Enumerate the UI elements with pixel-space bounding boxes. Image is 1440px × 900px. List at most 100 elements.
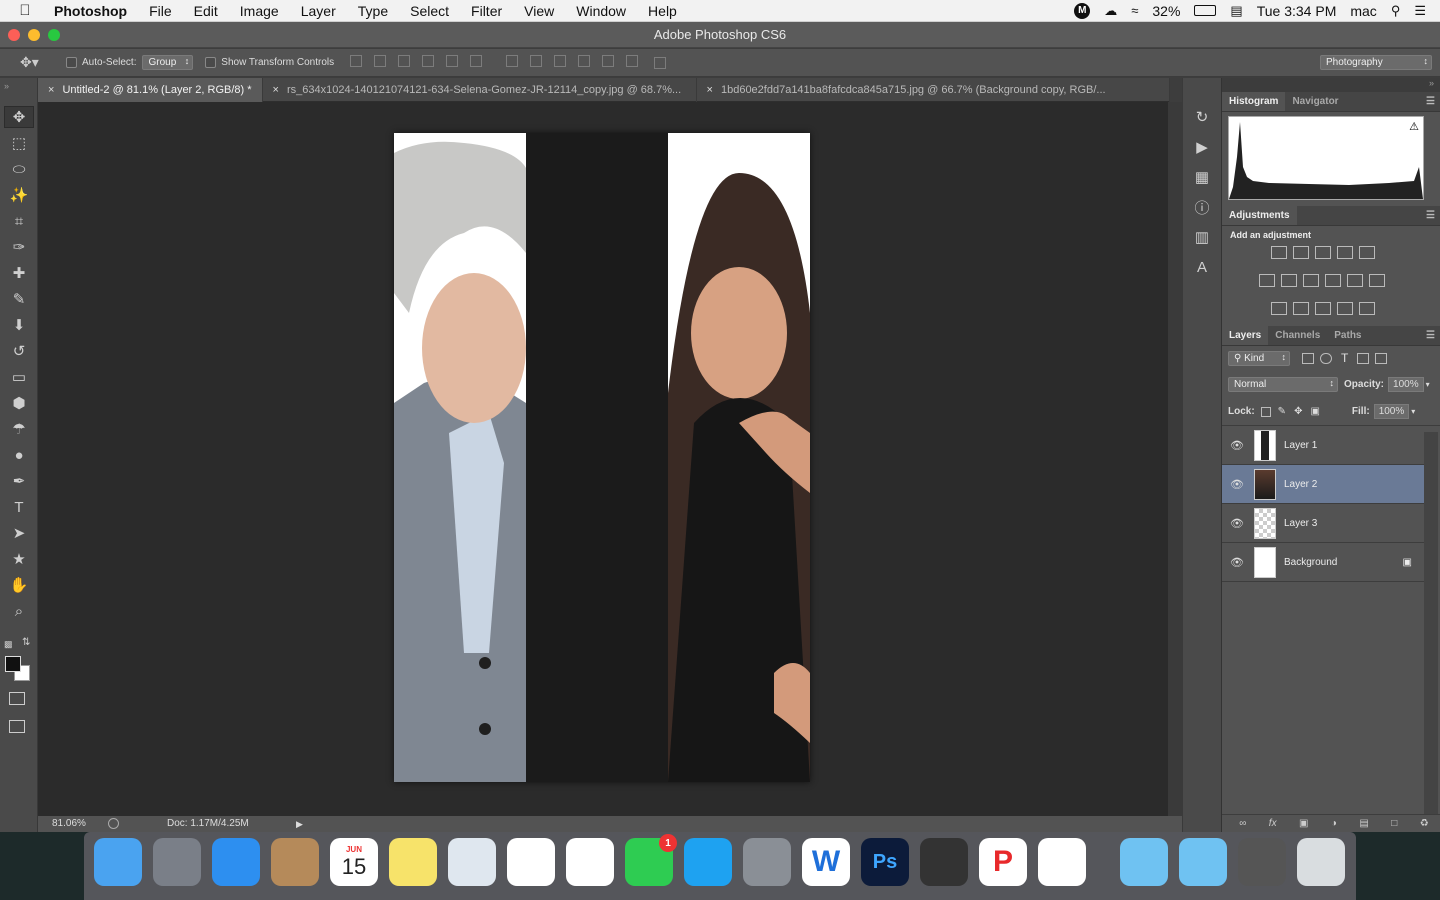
photoshop-app-icon[interactable]: Ps xyxy=(861,838,909,886)
black-white-icon[interactable] xyxy=(1303,274,1319,287)
gradient-map-icon[interactable] xyxy=(1359,302,1375,315)
menu-app-name[interactable]: Photoshop xyxy=(50,0,138,22)
menu-view[interactable]: View xyxy=(513,0,565,22)
align-top-icon[interactable] xyxy=(350,55,363,67)
tab-channels[interactable]: Channels xyxy=(1268,326,1327,345)
actions-play-icon[interactable]: ▶ xyxy=(1183,132,1221,162)
notification-center-icon[interactable]: ☰ xyxy=(1414,3,1426,19)
app-store-app-icon[interactable] xyxy=(684,838,732,886)
calendar-app-icon[interactable]: JUN 15 xyxy=(330,838,378,886)
screen-mode-icon[interactable] xyxy=(9,720,25,733)
smart-object-filter-icon[interactable] xyxy=(1375,352,1388,364)
channel-mixer-icon[interactable] xyxy=(1347,274,1363,287)
link-layers-icon[interactable]: ∞ xyxy=(1239,818,1246,829)
posterize-icon[interactable] xyxy=(1293,302,1309,315)
reminders-app-icon[interactable] xyxy=(566,838,614,886)
menu-file[interactable]: File xyxy=(138,0,183,22)
word-app-icon[interactable]: W xyxy=(802,838,850,886)
move-tool-preset-icon[interactable]: ✥▾ xyxy=(20,54,54,71)
info-panel-icon[interactable]: ⓘ xyxy=(1183,192,1221,222)
layer-name[interactable]: Layer 3 xyxy=(1284,518,1317,529)
wps-app-icon[interactable]: P xyxy=(979,838,1027,886)
layer-row-layer-1[interactable]: 👁 Layer 1 xyxy=(1222,426,1424,465)
final-cut-app-icon[interactable] xyxy=(920,838,968,886)
system-preferences-app-icon[interactable] xyxy=(743,838,791,886)
m-status-icon[interactable]: M xyxy=(1074,2,1091,19)
distribute-left-icon[interactable] xyxy=(578,55,591,67)
move-tool-icon[interactable]: ✥ xyxy=(4,106,34,128)
pixel-filter-icon[interactable] xyxy=(1302,352,1314,364)
close-tab-icon[interactable]: × xyxy=(273,84,279,96)
tab-1bd60e-jpg[interactable]: × 1bd60e2fdd7a141ba8fafcdca845a715.jpg @ … xyxy=(697,78,1170,102)
shape-tool-icon[interactable]: ★ xyxy=(0,546,38,572)
color-balance-icon[interactable] xyxy=(1281,274,1297,287)
selective-color-icon[interactable] xyxy=(1337,302,1353,315)
eraser-tool-icon[interactable]: ▭ xyxy=(0,364,38,390)
align-hcenter-icon[interactable] xyxy=(446,55,459,67)
workspace-dropdown[interactable]: Photography xyxy=(1320,55,1432,70)
tab-adjustments[interactable]: Adjustments xyxy=(1222,206,1297,225)
layer-name[interactable]: Layer 1 xyxy=(1284,440,1317,451)
history-brush-tool-icon[interactable]: ↺ xyxy=(0,338,38,364)
photos-app-icon[interactable] xyxy=(507,838,555,886)
visibility-eye-icon[interactable]: 👁 xyxy=(1222,439,1252,452)
auto-select-dropdown[interactable]: Group xyxy=(142,55,194,70)
dodge-tool-icon[interactable]: ● xyxy=(0,442,38,468)
menu-select[interactable]: Select xyxy=(399,0,460,22)
menu-edit[interactable]: Edit xyxy=(183,0,229,22)
minimize-window-button[interactable] xyxy=(28,29,40,41)
lock-pixels-icon[interactable]: ✎ xyxy=(1278,406,1286,417)
foreground-color-swatch[interactable] xyxy=(5,656,21,672)
properties-panel-icon[interactable]: ▦ xyxy=(1183,162,1221,192)
transform-controls-checkbox[interactable] xyxy=(205,56,221,68)
lock-transparent-icon[interactable] xyxy=(1260,406,1271,417)
magic-wand-tool-icon[interactable]: ✨ xyxy=(0,182,38,208)
spotlight-icon[interactable]: ⚲ xyxy=(1391,3,1401,19)
quick-mask-icon[interactable] xyxy=(9,692,25,705)
distribute-right-icon[interactable] xyxy=(626,55,639,67)
curves-icon[interactable] xyxy=(1315,246,1331,259)
document-canvas[interactable] xyxy=(394,133,810,782)
auto-align-icon[interactable] xyxy=(654,56,667,69)
visibility-eye-icon[interactable]: 👁 xyxy=(1222,517,1252,530)
type-tool-icon[interactable]: T xyxy=(0,494,38,520)
zoom-tool-icon[interactable]: ⌕ xyxy=(0,598,38,624)
lock-all-icon[interactable]: ▣ xyxy=(1310,406,1319,417)
menu-type[interactable]: Type xyxy=(347,0,399,22)
stamp-tool-icon[interactable]: ⬇ xyxy=(0,312,38,338)
zoom-window-button[interactable] xyxy=(48,29,60,41)
layer-row-background[interactable]: 👁 Background ▣ xyxy=(1222,543,1424,582)
levels-icon[interactable] xyxy=(1293,246,1309,259)
blend-mode-dropdown[interactable]: Normal xyxy=(1228,376,1338,392)
delete-layer-icon[interactable]: ♻ xyxy=(1420,818,1429,829)
fill-input[interactable]: 100% xyxy=(1373,404,1410,419)
tab-selena-jpg[interactable]: × rs_634x1024-140121074121-634-Selena-Gom… xyxy=(263,78,697,102)
safari-app-icon[interactable] xyxy=(212,838,260,886)
tab-navigator[interactable]: Navigator xyxy=(1285,92,1345,111)
vibrance-icon[interactable] xyxy=(1359,246,1375,259)
visibility-eye-icon[interactable]: 👁 xyxy=(1222,556,1252,569)
marquee-tool-icon[interactable]: ⬚ xyxy=(0,130,38,156)
swap-colors-icon[interactable]: ⇅ xyxy=(22,637,30,648)
folder-app-icon[interactable] xyxy=(1120,838,1168,886)
panels-collapse-icon[interactable]: » xyxy=(1222,78,1440,92)
fill-slider-arrow-icon[interactable]: ▾ xyxy=(1411,407,1415,416)
new-layer-icon[interactable]: □ xyxy=(1391,818,1397,829)
threshold-icon[interactable] xyxy=(1315,302,1331,315)
calendar-icon[interactable]: ▤ xyxy=(1230,3,1242,19)
zoom-level[interactable]: 81.06% xyxy=(52,816,86,832)
distribute-top-icon[interactable] xyxy=(506,55,519,67)
tools-collapse-icon[interactable]: » xyxy=(0,78,37,94)
hue-saturation-icon[interactable] xyxy=(1259,274,1275,287)
opacity-input[interactable]: 100% xyxy=(1388,376,1424,392)
align-bottom-icon[interactable] xyxy=(398,55,411,67)
opacity-slider-arrow-icon[interactable]: ▾ xyxy=(1426,380,1430,389)
default-colors-icon[interactable]: ▩ xyxy=(4,639,13,650)
notes-app-icon[interactable] xyxy=(389,838,437,886)
creative-cloud-icon[interactable]: ☁ xyxy=(1104,3,1117,19)
launchpad-app-icon[interactable] xyxy=(153,838,201,886)
healing-tool-icon[interactable]: ✚ xyxy=(0,260,38,286)
menu-filter[interactable]: Filter xyxy=(460,0,513,22)
blur-tool-icon[interactable]: ☂ xyxy=(0,416,38,442)
panel-menu-icon[interactable]: ☰ xyxy=(1426,326,1440,345)
